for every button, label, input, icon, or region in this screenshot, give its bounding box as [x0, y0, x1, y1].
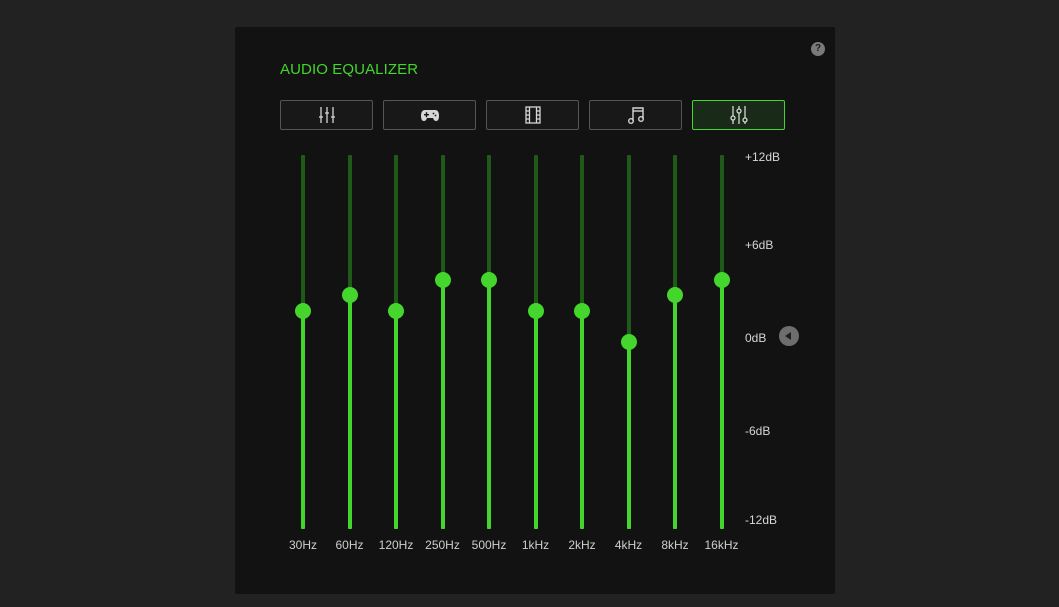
slider-fill-1kHz [533, 310, 538, 529]
slider-fill-60Hz [347, 295, 352, 529]
slider-knob-250Hz[interactable] [434, 271, 451, 288]
slider-knob-4kHz[interactable] [620, 334, 637, 350]
slider-knob-1kHz[interactable] [527, 302, 544, 319]
freq-label-16kHz: 16kHz [704, 538, 739, 552]
slider-fill-500Hz [487, 279, 491, 529]
slider-fill-8kHz [673, 295, 677, 529]
slider-knob-8kHz[interactable] [667, 287, 683, 304]
slider-knob-2kHz[interactable] [574, 302, 590, 319]
slider-fill-2kHz [580, 310, 584, 529]
db-label-top: +12dB [745, 150, 781, 164]
db-label-upper: +6dB [745, 238, 774, 252]
slider-fill-30Hz [301, 310, 305, 529]
reset-to-zero-button[interactable] [779, 326, 799, 346]
db-label-bottom: -12dB [745, 513, 778, 527]
equalizer-sliders: 30Hz 60Hz 120Hz 250Hz 500Hz 1kHz 2kHz 4kHz 8kHz 1… [235, 27, 835, 594]
slider-knob-120Hz[interactable] [388, 302, 404, 319]
slider-knob-500Hz[interactable] [481, 271, 497, 288]
db-label-lower: -6dB [745, 424, 771, 438]
equalizer-panel: ? AUDIO EQUALIZER 30Hz 60Hz 120Hz 250Hz … [235, 27, 835, 594]
slider-knob-16kHz[interactable] [713, 271, 730, 288]
slider-fill-120Hz [394, 310, 398, 529]
slider-knob-60Hz[interactable] [341, 287, 358, 304]
triangle-left-icon [785, 332, 791, 340]
slider-fill-16kHz [719, 279, 724, 529]
slider-fill-4kHz [626, 342, 631, 529]
slider-fill-250Hz [440, 279, 445, 529]
db-label-mid: 0dB [745, 331, 767, 345]
slider-knob-30Hz[interactable] [295, 302, 311, 319]
